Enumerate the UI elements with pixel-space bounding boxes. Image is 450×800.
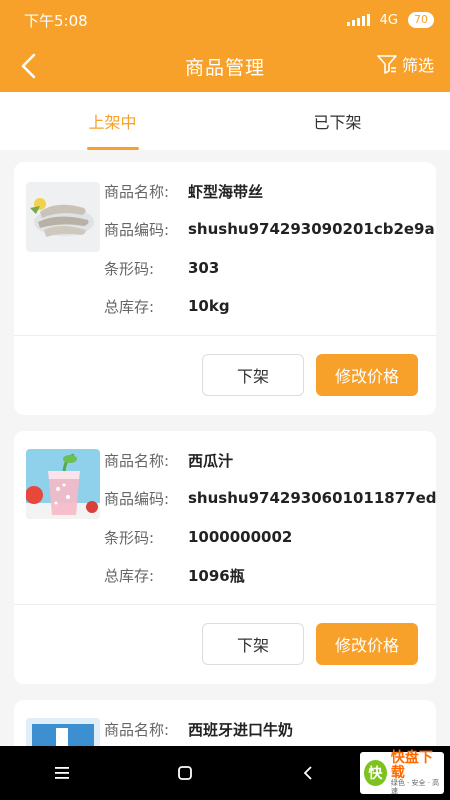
product-card: 商品名称: 西瓜汁 商品编码: shushu9742930601011877ed… [14,431,436,684]
barcode-label: 条形码: [104,259,155,278]
battery-icon: 70 [408,12,434,28]
product-stock: 10kg [188,297,230,315]
delist-button[interactable]: 下架 [202,623,304,665]
stock-label: 总库存: [104,297,155,316]
name-label: 商品名称: [104,720,170,739]
product-code: shushu974293090201cb2e9a [188,220,435,238]
product-list[interactable]: 商品名称: 虾型海带丝 商品编码: shushu974293090201cb2e… [0,150,450,746]
product-card: 商品名称: 西班牙进口牛奶 [14,700,436,746]
tab-delisted[interactable]: 已下架 [225,92,450,150]
product-barcode: 303 [188,259,220,277]
card-divider [14,604,436,605]
top-bar: 下午5:08 4G 70 商品管理 筛选 [0,0,450,92]
product-image-shrimp [26,182,100,252]
chevron-left-icon [21,53,36,79]
watermark-title: 快盘下载 [390,749,433,781]
card-divider [14,335,436,336]
product-barcode: 1000000002 [188,528,293,546]
home-square-icon [178,766,192,780]
product-card: 商品名称: 虾型海带丝 商品编码: shushu974293090201cb2e… [14,162,436,415]
code-label: 商品编码: [104,220,170,239]
signal-icon [346,14,370,26]
product-image-juice [26,449,100,519]
back-nav-button[interactable] [288,753,328,793]
edit-price-button[interactable]: 修改价格 [316,354,418,396]
product-code: shushu9742930601011877ed [188,489,437,507]
delist-button[interactable]: 下架 [202,354,304,396]
status-bar: 下午5:08 4G 70 [0,0,450,40]
edit-price-button[interactable]: 修改价格 [316,623,418,665]
product-stock: 1096瓶 [188,566,245,585]
menu-icon [54,767,69,779]
menu-nav-button[interactable] [42,753,82,793]
filter-button[interactable]: 筛选 [376,52,434,76]
header: 商品管理 筛选 [0,40,450,92]
stock-label: 总库存: [104,566,155,585]
product-name: 虾型海带丝 [188,182,264,201]
watermark-logo: 快 快盘下载 绿色 · 安全 · 高速 [360,749,444,795]
product-name: 西瓜汁 [188,451,234,470]
network-label: 4G [379,12,398,28]
filter-icon [377,55,397,74]
product-name: 西班牙进口牛奶 [188,720,294,739]
status-time: 下午5:08 [24,11,88,30]
back-arrow-icon [304,766,312,780]
name-label: 商品名称: [104,451,170,470]
watermark-subtitle: 绿色 · 安全 · 高速 [390,779,440,795]
filter-label: 筛选 [401,56,434,75]
watermark-icon: 快 [364,760,387,786]
product-image-milk [26,718,100,746]
tab-listed[interactable]: 上架中 [0,92,225,150]
status-icons: 4G 70 [346,12,434,28]
name-label: 商品名称: [104,182,170,201]
back-button[interactable] [16,52,44,80]
page-title: 商品管理 [184,56,265,79]
tab-bar: 上架中 已下架 [0,92,450,150]
code-label: 商品编码: [104,489,170,508]
home-nav-button[interactable] [165,753,205,793]
barcode-label: 条形码: [104,528,155,547]
